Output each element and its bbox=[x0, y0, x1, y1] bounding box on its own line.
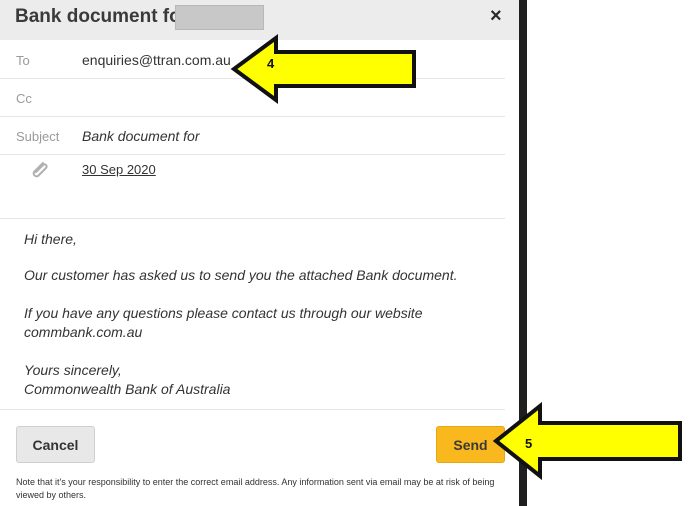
close-icon[interactable]: × bbox=[490, 5, 502, 28]
dialog-title: Bank document for bbox=[15, 6, 189, 27]
divider bbox=[0, 409, 505, 410]
annotation-arrow-5 bbox=[492, 401, 682, 481]
disclaimer-text: Note that it's your responsibility to en… bbox=[16, 477, 495, 500]
message-sender: Commonwealth Bank of Australia bbox=[24, 381, 231, 397]
annotation-number: 5 bbox=[525, 436, 533, 451]
message-signoff: Yours sincerely, bbox=[24, 362, 122, 378]
subject-label: Subject bbox=[16, 129, 60, 144]
paperclip-icon bbox=[28, 160, 50, 185]
annotation-number: 4 bbox=[267, 56, 275, 71]
message-greeting: Hi there, bbox=[24, 231, 77, 247]
subject-row: Subject Bank document for bbox=[0, 116, 505, 155]
cancel-button[interactable]: Cancel bbox=[16, 426, 95, 463]
attachment-link[interactable]: 30 Sep 2020 bbox=[82, 162, 156, 177]
message-line: Our customer has asked us to send you th… bbox=[24, 267, 458, 283]
redacted-block bbox=[175, 5, 264, 30]
cc-label: Cc bbox=[16, 91, 32, 106]
subject-field[interactable]: Bank document for bbox=[82, 128, 200, 144]
to-field[interactable]: enquiries@ttran.com.au bbox=[82, 52, 231, 68]
message-link-text: commbank.com.au bbox=[24, 324, 143, 340]
message-line: If you have any questions please contact… bbox=[24, 305, 423, 321]
annotation-arrow-4 bbox=[230, 34, 416, 104]
to-label: To bbox=[16, 53, 30, 68]
divider bbox=[0, 218, 505, 219]
